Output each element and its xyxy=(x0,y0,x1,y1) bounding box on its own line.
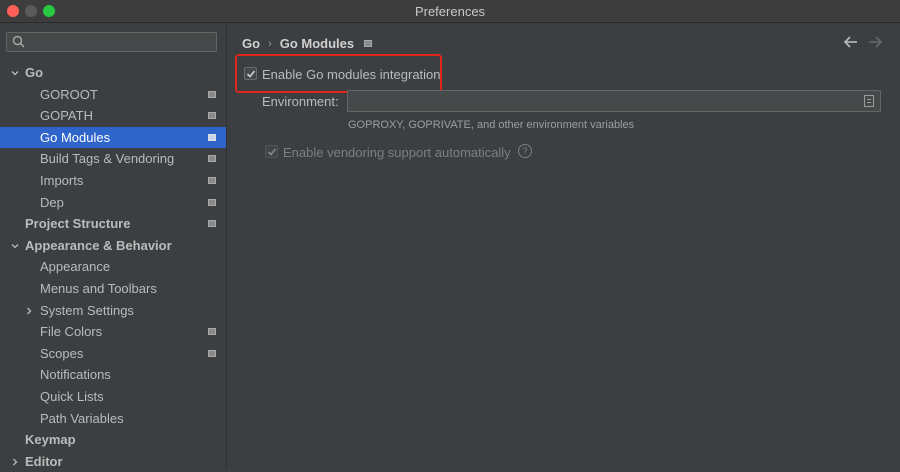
sidebar-item-menus-and-toolbars[interactable]: Menus and Toolbars xyxy=(0,278,226,300)
project-scope-icon xyxy=(208,112,216,120)
sidebar-item-label: Notifications xyxy=(40,367,111,383)
sidebar-item-path-variables[interactable]: Path Variables xyxy=(0,408,226,430)
arrow-left-icon[interactable] xyxy=(843,35,859,49)
project-scope-icon xyxy=(208,349,216,357)
enable-modules-label[interactable]: Enable Go modules integration xyxy=(262,67,441,82)
checkmark-icon xyxy=(267,148,277,156)
breadcrumb-current: Go Modules xyxy=(279,36,355,52)
project-scope-icon xyxy=(208,328,216,336)
breadcrumb-parent[interactable]: Go xyxy=(242,36,260,51)
sidebar-item-label: Menus and Toolbars xyxy=(40,280,157,296)
environment-input[interactable] xyxy=(347,90,881,112)
settings-tree: Go GOROOT GOPATH Go Modules Build Tags & Ven… xyxy=(0,62,226,472)
sidebar-item-quick-lists[interactable]: Quick Lists xyxy=(0,386,226,408)
project-scope-icon xyxy=(208,220,216,228)
sidebar-item-label: Appearance xyxy=(40,259,111,275)
sidebar-item-label: Project Structure xyxy=(25,216,131,232)
window-title: Preferences xyxy=(414,4,486,19)
sidebar-item-system-settings[interactable]: System Settings xyxy=(0,300,226,322)
sidebar-item-scopes[interactable]: Scopes xyxy=(0,343,226,365)
browse-icon[interactable] xyxy=(864,95,874,107)
chevron-down-icon[interactable] xyxy=(11,242,19,250)
environment-label: Environment: xyxy=(262,94,339,109)
sidebar-item-label: Appearance & Behavior xyxy=(25,237,172,253)
sidebar-item-label: File Colors xyxy=(40,324,103,340)
sidebar-item-go-modules[interactable]: Go Modules xyxy=(0,126,226,149)
breadcrumb: Go › Go Modules xyxy=(242,35,373,52)
sidebar-item-editor[interactable]: Editor xyxy=(0,451,226,472)
sidebar-item-label: Scopes xyxy=(40,345,84,361)
sidebar-item-file-colors[interactable]: File Colors xyxy=(0,321,226,343)
search-field[interactable] xyxy=(6,32,217,52)
environment-hint: GOPROXY, GOPRIVATE, and other environmen… xyxy=(348,119,635,131)
sidebar-item-imports[interactable]: Imports xyxy=(0,170,226,192)
project-scope-icon xyxy=(208,90,216,98)
sidebar-item-label: Path Variables xyxy=(40,410,124,426)
sidebar-item-dep[interactable]: Dep xyxy=(0,192,226,214)
sidebar-item-label: Keymap xyxy=(25,432,76,448)
settings-sidebar: Go GOROOT GOPATH Go Modules Build Tags & Ven… xyxy=(0,23,227,469)
sidebar-item-project-structure[interactable]: Project Structure xyxy=(0,213,226,235)
project-scope-icon xyxy=(208,176,216,184)
enable-vendoring-label[interactable]: Enable vendoring support automatically xyxy=(283,145,511,160)
sidebar-item-appearance-behavior[interactable]: Appearance & Behavior xyxy=(0,235,226,257)
sidebar-item-goroot[interactable]: GOROOT xyxy=(0,84,226,106)
sidebar-item-label: Go xyxy=(25,65,44,80)
help-icon[interactable]: ? xyxy=(518,144,532,158)
arrow-right-icon[interactable] xyxy=(867,35,883,49)
project-scope-icon xyxy=(208,133,216,141)
sidebar-item-label: Dep xyxy=(40,194,64,210)
project-scope-icon xyxy=(208,198,216,206)
breadcrumb-separator: › xyxy=(268,37,272,50)
enable-modules-checkbox[interactable] xyxy=(244,67,257,80)
checkmark-icon xyxy=(246,70,256,78)
sidebar-item-gopath[interactable]: GOPATH xyxy=(0,105,226,127)
sidebar-item-keymap[interactable]: Keymap xyxy=(0,429,226,451)
sidebar-item-build-tags-vendoring[interactable]: Build Tags & Vendoring xyxy=(0,148,226,170)
sidebar-item-go[interactable]: Go xyxy=(0,62,226,84)
sidebar-item-label: System Settings xyxy=(40,302,134,318)
chevron-right-icon[interactable] xyxy=(11,458,19,466)
sidebar-item-label: GOROOT xyxy=(40,86,98,102)
title-bar: Preferences xyxy=(0,0,900,23)
project-scope-icon xyxy=(208,155,216,163)
sidebar-item-label: Quick Lists xyxy=(40,388,104,404)
project-scope-icon xyxy=(364,40,373,48)
sidebar-item-appearance[interactable]: Appearance xyxy=(0,256,226,278)
sidebar-item-notifications[interactable]: Notifications xyxy=(0,364,226,386)
sidebar-item-label: Imports xyxy=(40,172,84,188)
sidebar-item-label: GOPATH xyxy=(40,108,93,124)
chevron-down-icon[interactable] xyxy=(11,69,19,77)
settings-main-panel: Go › Go Modules Enable Go modules integrat… xyxy=(227,23,900,468)
sidebar-item-label: Editor xyxy=(25,453,63,469)
sidebar-item-label: Go Modules xyxy=(40,129,111,145)
enable-vendoring-checkbox[interactable] xyxy=(265,145,278,158)
chevron-right-icon[interactable] xyxy=(25,307,33,315)
search-icon xyxy=(12,35,25,48)
sidebar-item-label: Build Tags & Vendoring xyxy=(40,151,175,167)
